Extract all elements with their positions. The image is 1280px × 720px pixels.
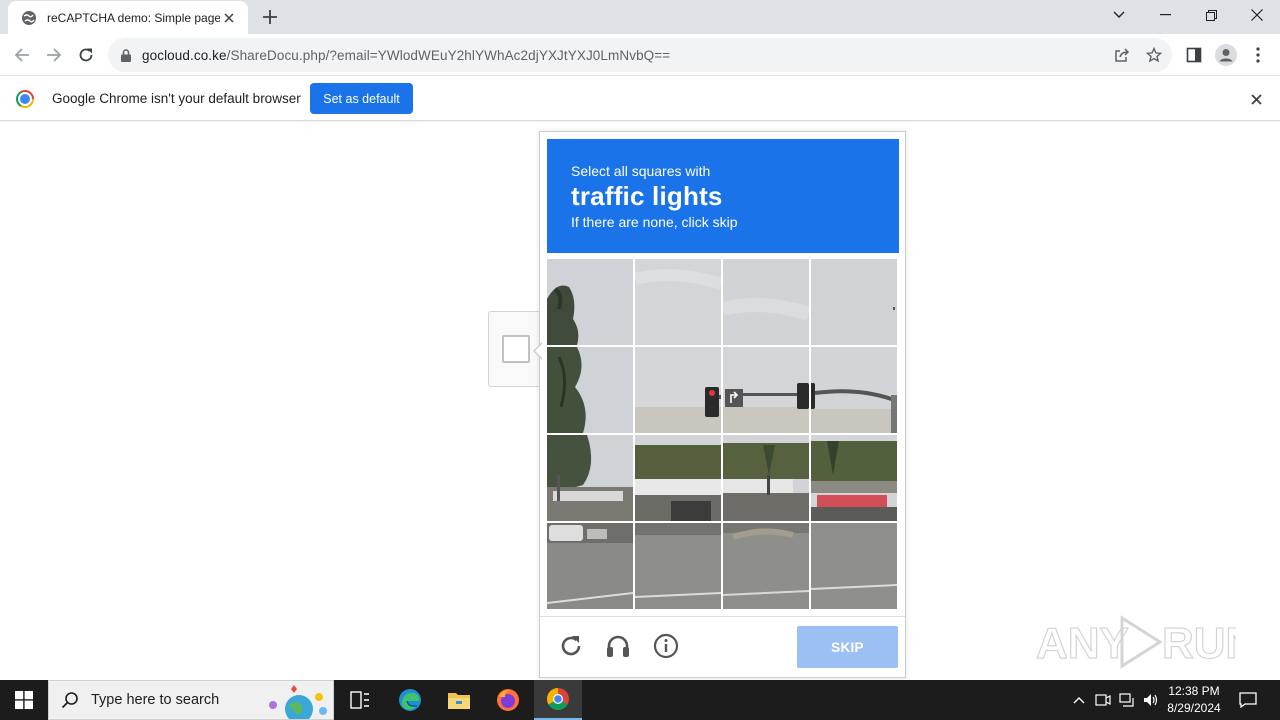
address-bar[interactable]: gocloud.co.ke/ShareDocu.php/?email=YWlod… — [108, 38, 1172, 72]
skip-button[interactable]: SKIP — [797, 626, 898, 668]
headphones-icon[interactable] — [603, 631, 633, 661]
chrome-logo-icon — [16, 90, 34, 108]
system-clock[interactable]: 12:38 PM 8/29/2024 — [1160, 683, 1228, 717]
image-tile[interactable] — [811, 347, 897, 433]
forward-icon[interactable] — [38, 39, 70, 71]
close-icon[interactable] — [220, 9, 238, 27]
image-tile[interactable] — [723, 347, 809, 433]
image-tile[interactable] — [723, 435, 809, 521]
taskbar: Type here to search 12:38 PM 8/29/2024 — [0, 680, 1280, 720]
clock-time: 12:38 PM — [1168, 684, 1220, 698]
lock-icon[interactable] — [120, 48, 132, 62]
taskbar-search[interactable]: Type here to search — [48, 680, 334, 720]
recaptcha-checkbox[interactable] — [502, 335, 530, 363]
anchor-pointer-inner — [535, 343, 543, 359]
restore-icon[interactable] — [1188, 0, 1234, 30]
tab-strip: reCAPTCHA demo: Simple page — [0, 0, 1280, 34]
edge-icon[interactable] — [386, 680, 434, 720]
volume-icon[interactable] — [1140, 680, 1162, 720]
firefox-icon[interactable] — [484, 680, 532, 720]
image-tile[interactable] — [635, 259, 721, 345]
search-highlight-icon — [261, 683, 331, 720]
image-tile[interactable] — [635, 347, 721, 433]
page-content: Select all squares with traffic lights I… — [0, 122, 1280, 680]
chevron-down-icon[interactable] — [1096, 0, 1142, 30]
image-tile[interactable] — [547, 523, 633, 609]
close-window-icon[interactable] — [1234, 0, 1280, 30]
search-placeholder: Type here to search — [91, 692, 220, 708]
network-icon[interactable] — [1116, 680, 1138, 720]
image-tile[interactable] — [547, 259, 633, 345]
default-browser-infobar: Google Chrome isn't your default browser… — [0, 77, 1280, 121]
challenge-instruction: Select all squares with — [571, 163, 711, 179]
image-tile[interactable] — [811, 523, 897, 609]
watermark-logo: ANY RUN — [1035, 610, 1258, 672]
back-icon[interactable] — [6, 39, 38, 71]
challenge-target: traffic lights — [571, 181, 723, 211]
recaptcha-challenge: Select all squares with traffic lights I… — [539, 131, 906, 678]
set-as-default-button[interactable]: Set as default — [310, 83, 413, 114]
chevron-up-icon[interactable] — [1068, 680, 1090, 720]
profile-icon[interactable] — [1210, 39, 1242, 71]
tab-title: reCAPTCHA demo: Simple page — [47, 10, 220, 25]
image-tile[interactable] — [547, 347, 633, 433]
chrome-icon[interactable] — [534, 680, 582, 720]
star-icon[interactable] — [1138, 39, 1170, 71]
image-tile[interactable] — [547, 435, 633, 521]
browser-tab[interactable]: reCAPTCHA demo: Simple page — [8, 1, 248, 34]
screen: reCAPTCHA demo: Simple page gocloud.co.k… — [0, 0, 1280, 720]
info-icon[interactable] — [651, 631, 681, 661]
windows-start-icon[interactable] — [0, 680, 48, 720]
task-view-icon[interactable] — [336, 680, 384, 720]
minimize-icon[interactable] — [1142, 0, 1188, 30]
footer-divider — [540, 616, 905, 617]
notification-icon[interactable] — [1232, 680, 1264, 720]
watermark-text-run: RUN — [1162, 619, 1236, 668]
watermark-text-any: ANY — [1036, 619, 1129, 668]
image-tile[interactable] — [811, 259, 897, 345]
reload-icon[interactable] — [556, 631, 586, 661]
image-grid — [547, 259, 898, 610]
browser-toolbar: gocloud.co.ke/ShareDocu.php/?email=YWlod… — [0, 34, 1280, 76]
image-tile[interactable] — [635, 435, 721, 521]
image-tile[interactable] — [723, 259, 809, 345]
url-host: gocloud.co.ke — [142, 47, 227, 63]
menu-icon[interactable] — [1242, 39, 1274, 71]
url-path: /ShareDocu.php/?email=YWlodWEuY2hlYWhAc2… — [226, 47, 671, 63]
side-panel-icon[interactable] — [1178, 39, 1210, 71]
image-tile[interactable] — [811, 435, 897, 521]
image-tile[interactable] — [635, 523, 721, 609]
globe-icon — [21, 10, 37, 26]
reload-icon[interactable] — [70, 39, 102, 71]
meet-now-icon[interactable] — [1092, 680, 1114, 720]
infobar-message: Google Chrome isn't your default browser — [52, 91, 301, 106]
image-tile[interactable] — [723, 523, 809, 609]
challenge-hint: If there are none, click skip — [571, 214, 738, 230]
clock-date: 8/29/2024 — [1167, 701, 1221, 715]
share-icon[interactable] — [1106, 39, 1138, 71]
file-explorer-icon[interactable] — [435, 680, 483, 720]
plus-icon[interactable] — [258, 6, 282, 28]
url-text: gocloud.co.ke/ShareDocu.php/?email=YWlod… — [142, 48, 670, 63]
close-icon[interactable] — [1246, 89, 1266, 109]
challenge-header: Select all squares with traffic lights I… — [547, 139, 899, 253]
search-icon — [61, 691, 79, 709]
